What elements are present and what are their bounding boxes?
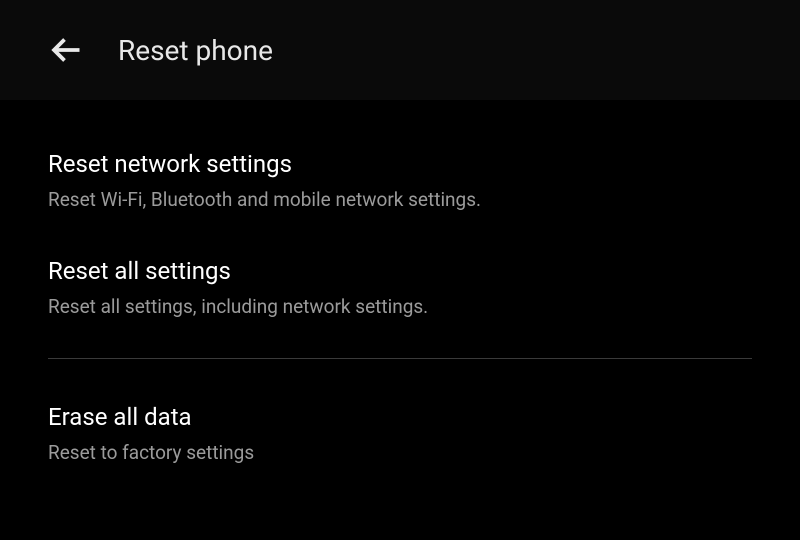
- item-subtitle: Reset to factory settings: [48, 441, 752, 464]
- item-title: Reset all settings: [48, 257, 752, 285]
- arrow-left-icon: [48, 32, 84, 68]
- item-title: Reset network settings: [48, 150, 752, 178]
- item-subtitle: Reset Wi-Fi, Bluetooth and mobile networ…: [48, 188, 752, 211]
- content: Reset network settings Reset Wi-Fi, Blue…: [0, 100, 800, 496]
- back-button[interactable]: [46, 30, 86, 70]
- reset-network-settings-item[interactable]: Reset network settings Reset Wi-Fi, Blue…: [48, 136, 752, 243]
- erase-all-data-item[interactable]: Erase all data Reset to factory settings: [48, 389, 752, 496]
- header: Reset phone: [0, 0, 800, 100]
- page-title: Reset phone: [118, 34, 273, 67]
- item-title: Erase all data: [48, 403, 752, 431]
- reset-all-settings-item[interactable]: Reset all settings Reset all settings, i…: [48, 243, 752, 350]
- item-subtitle: Reset all settings, including network se…: [48, 295, 752, 318]
- divider: [48, 358, 752, 359]
